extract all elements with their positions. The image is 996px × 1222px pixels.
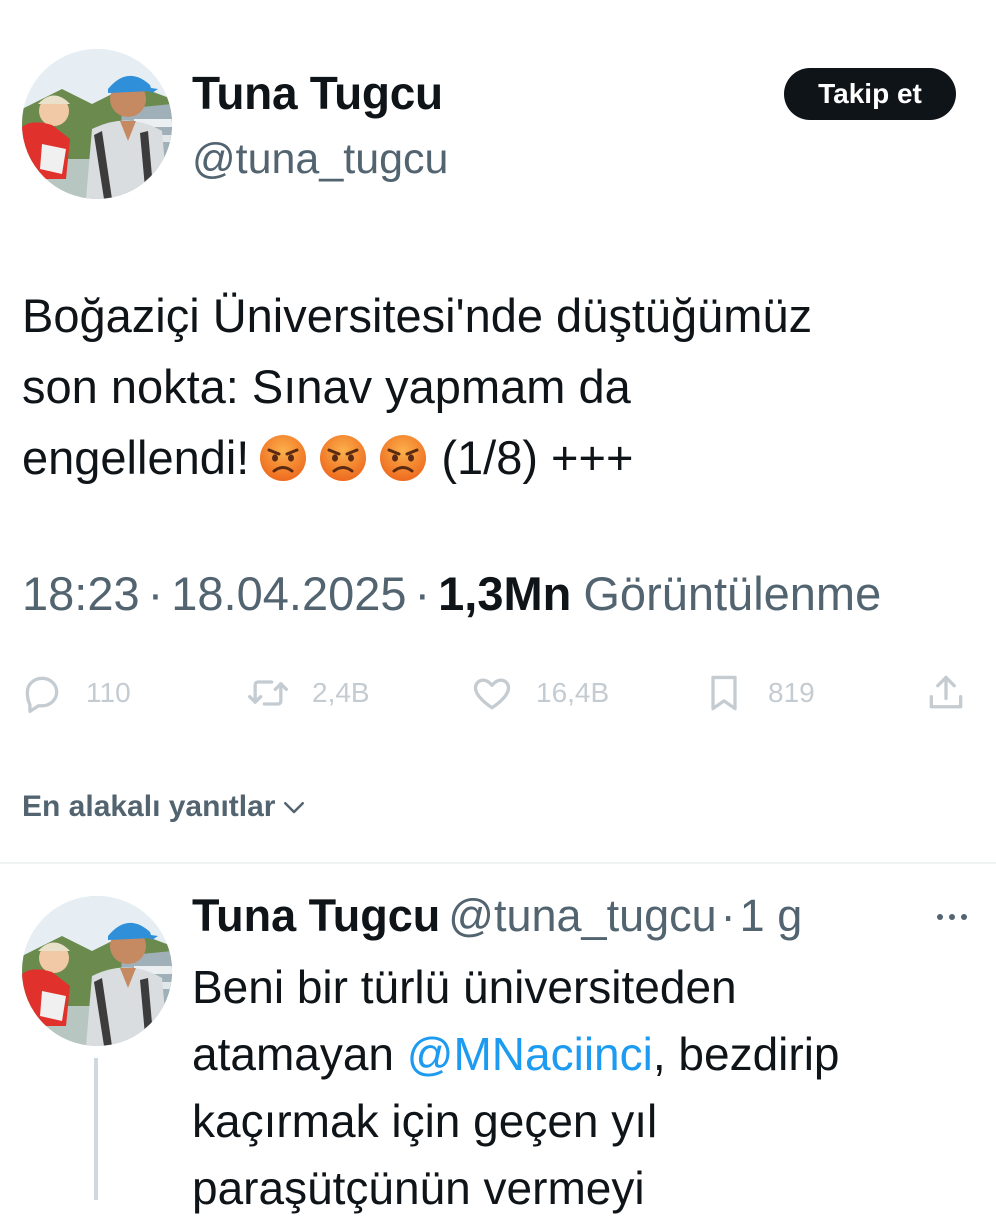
meta-separator: · [414,567,431,620]
reply-author-name[interactable]: Tuna Tugcu [192,890,440,941]
bookmark-count: 819 [768,677,815,708]
angry-face-icon [319,434,367,482]
reply-text-line: paraşütçünün vermeyi [192,1162,645,1214]
avatar-image [22,896,172,1046]
tweet-text-line: son nokta: Sınav yapmam da [22,360,631,413]
share-button[interactable] [924,668,968,718]
author-name[interactable]: Tuna Tugcu [192,66,443,120]
reply-text: Beni bir türlü üniversiteden atamayan @M… [192,954,982,1222]
chevron-down-icon [284,802,305,814]
follow-button[interactable]: Takip et [784,68,956,120]
bookmark-icon [711,675,737,711]
repost-count: 2,4B [312,677,370,708]
tweet-text: Boğaziçi Üniversitesi'nde düştüğümüz son… [22,280,972,493]
author-handle[interactable]: @tuna_tugcu [192,135,448,184]
reply-text-line: Beni bir türlü üniversiteden [192,961,737,1013]
repost-icon [248,680,288,706]
tweet-text-segment: (1/8) +++ [441,431,634,484]
reply-icon [25,676,59,713]
reply-text-line: kaçırmak için geçen yıl [192,1095,658,1147]
more-options-button[interactable] [932,902,972,932]
like-button[interactable]: 16,4B [470,668,609,718]
reply-author-handle[interactable]: @tuna_tugcu [448,890,716,941]
tweet-time[interactable]: 18:23 [22,567,140,620]
reply-separator: · [720,890,736,941]
angry-face-icon [259,434,307,482]
tweet-text-segment: engellendi! [22,431,250,484]
reply-text-line: atamayan @MNaciinci, bezdirip [192,1021,982,1088]
reply-button[interactable]: 110 [20,668,131,718]
reply-header: Tuna Tugcu @tuna_tugcu·1 g [192,890,802,942]
tweet-text-line: engellendi! (1/8) +++ [22,422,972,493]
section-divider [0,862,996,864]
reply-sort-label: En alakalı yanıtlar [22,790,276,823]
author-avatar[interactable] [22,49,172,199]
tweet-date[interactable]: 18.04.2025 [171,567,406,620]
reply-author-avatar[interactable] [22,896,172,1046]
reply-text-segment: , bezdirip [652,1028,840,1080]
emoji-row [259,434,427,482]
repost-button[interactable]: 2,4B [246,668,370,718]
avatar-image [22,49,172,199]
mention-link[interactable]: @MNaciinci [407,1028,653,1080]
tweet-text-line: Boğaziçi Üniversitesi'nde düştüğümüz [22,289,813,342]
bookmark-button[interactable]: 819 [702,668,815,718]
thread-line [94,1058,98,1200]
share-icon [929,675,963,709]
reply-text-segment: atamayan [192,1028,395,1080]
meta-separator: · [147,567,164,620]
reply-time[interactable]: 1 g [740,890,803,941]
more-dots-icon [937,914,967,920]
tweet-meta: 18:23 · 18.04.2025 · 1,3Mn Görüntülenme [22,566,881,621]
views-count: 1,3Mn [438,567,572,620]
heart-icon [473,678,511,710]
reply-sort-dropdown[interactable]: En alakalı yanıtlar [22,790,309,824]
angry-face-icon [379,434,427,482]
views-label: Görüntülenme [583,567,882,620]
like-count: 16,4B [536,677,610,708]
reply-count: 110 [86,677,131,708]
